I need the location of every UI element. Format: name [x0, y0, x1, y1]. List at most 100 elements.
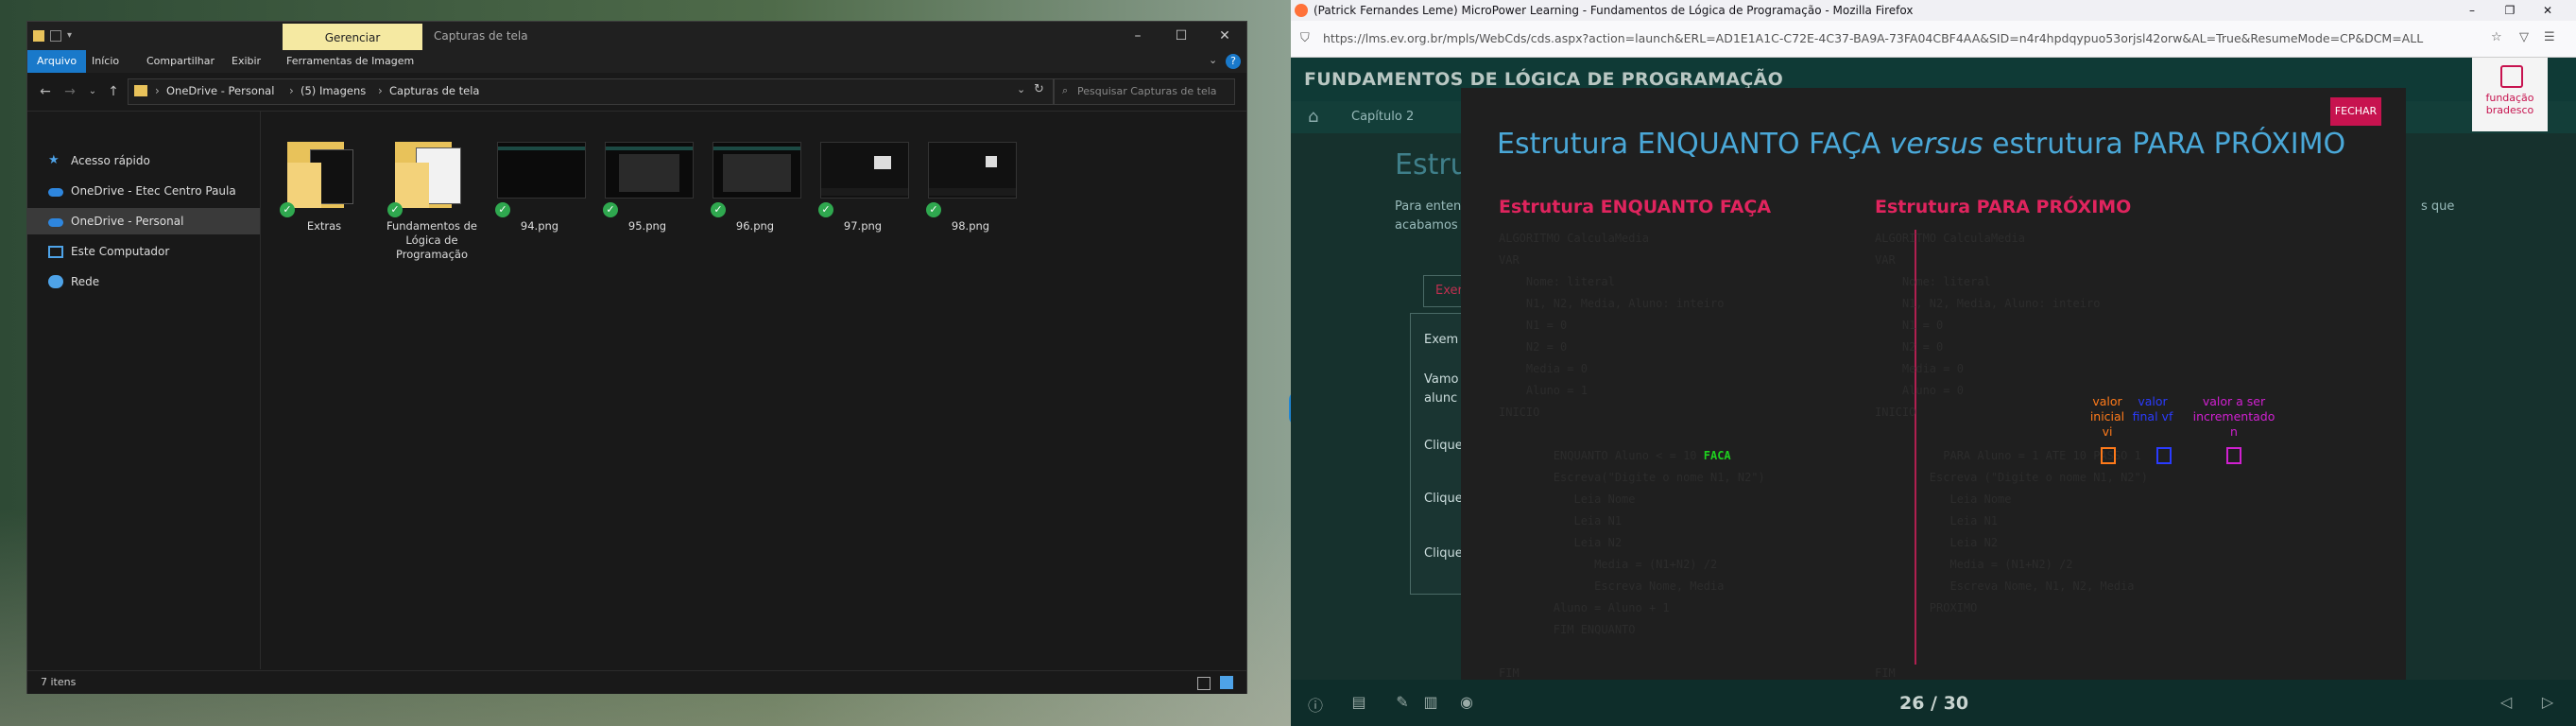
code-line: Leia Nome: [1499, 493, 1636, 506]
url-input[interactable]: https://lms.ev.org.br/mpls/WebCds/cds.as…: [1323, 25, 2485, 53]
previous-arrow-icon[interactable]: ◁: [2497, 693, 2516, 712]
folder-icon: [33, 30, 44, 42]
breadcrumb-separator-icon: ›: [289, 84, 294, 97]
close-button[interactable]: ✕: [2529, 0, 2567, 21]
sync-check-icon: ✓: [926, 202, 941, 217]
tab-arquivo[interactable]: Arquivo: [27, 50, 87, 73]
image-thumbnail: [713, 142, 801, 199]
edit-icon[interactable]: ✎: [1393, 693, 1412, 712]
breadcrumb-capturas[interactable]: Capturas de tela: [389, 84, 479, 97]
lesson-text: Para enten: [1395, 199, 1462, 214]
code-line: Leia Nome: [1875, 493, 2012, 506]
tab-compartilhar[interactable]: Compartilhar: [137, 50, 224, 73]
address-dropdown-icon[interactable]: ⌄: [1017, 83, 1025, 95]
file-item-97[interactable]: ✓ 97.png: [813, 125, 913, 276]
code-line: Nome: literal: [1875, 275, 1991, 288]
manage-context-tab[interactable]: Gerenciar: [283, 24, 422, 50]
code-line: Escreva ("Digite o nome N1, N2"): [1875, 471, 2148, 484]
nav-item-onedrive-personal[interactable]: OneDrive - Personal: [27, 208, 260, 234]
properties-icon[interactable]: [50, 30, 61, 42]
file-item-95[interactable]: ✓ 95.png: [597, 125, 697, 276]
code-line: Aluno = 1: [1499, 384, 1588, 397]
info-icon[interactable]: ⓘ: [1306, 693, 1325, 715]
restore-button[interactable]: ❐: [2491, 0, 2529, 21]
address-bar[interactable]: › OneDrive - Personal › (5) Imagens › Ca…: [128, 78, 1054, 105]
code-line: ALGORITMO CalculaMedia: [1875, 232, 2025, 245]
course-page: FUNDAMENTOS DE LÓGICA DE PROGRAMAÇÃO ⌂ C…: [1291, 58, 2576, 726]
search-placeholder: Pesquisar Capturas de tela: [1077, 85, 1217, 97]
sync-check-icon: ✓: [495, 202, 510, 217]
next-arrow-icon[interactable]: ▷: [2538, 693, 2557, 712]
recent-locations-icon[interactable]: ⌄: [82, 82, 103, 101]
exercise-panel: Exem Vamo alunc Clique Clique Clique: [1410, 313, 1463, 595]
sync-check-icon: ✓: [603, 202, 618, 217]
nav-item-onedrive-etec[interactable]: OneDrive - Etec Centro Paula Souza: [27, 178, 260, 224]
nav-item-rede[interactable]: Rede: [27, 268, 260, 295]
eye-icon[interactable]: ◉: [1457, 693, 1476, 712]
breadcrumb-separator-icon: ›: [378, 84, 383, 97]
close-button[interactable]: ✕: [1203, 22, 1246, 50]
folder-item-extras[interactable]: ✓ Extras: [274, 125, 374, 276]
ribbon-tabs: Arquivo Início Compartilhar Exibir Ferra…: [27, 50, 1246, 73]
bookmark-star-icon[interactable]: ☆: [2491, 30, 2502, 44]
details-view-icon[interactable]: [1197, 677, 1211, 690]
up-arrow-icon[interactable]: ↑: [103, 82, 124, 101]
network-icon: [48, 275, 63, 288]
code-line: Leia N1: [1875, 514, 1999, 527]
ribbon-expand-icon[interactable]: ⌄: [1209, 54, 1217, 66]
menu-hamburger-icon[interactable]: ☰: [2544, 30, 2555, 44]
computer-icon: [48, 246, 63, 258]
code-line: Leia N2: [1499, 536, 1623, 549]
annotation-valor-incremento: valor a ser incrementado n: [2192, 394, 2275, 439]
status-bar: 7 itens: [27, 670, 1246, 694]
minimize-button[interactable]: –: [2453, 0, 2491, 21]
shield-icon[interactable]: ⛉: [1300, 31, 1310, 45]
explorer-titlebar[interactable]: ▾ Gerenciar Capturas de tela – ☐ ✕: [27, 22, 1246, 50]
file-item-94[interactable]: ✓ 94.png: [489, 125, 590, 276]
breadcrumb-onedrive[interactable]: OneDrive - Personal: [166, 84, 274, 97]
nav-item-este-computador[interactable]: Este Computador: [27, 238, 260, 265]
code-line: VAR: [1875, 253, 1896, 267]
minimize-button[interactable]: –: [1116, 22, 1159, 50]
tab-inicio[interactable]: Início: [82, 50, 129, 73]
keyword-highlight: FACA: [1703, 449, 1731, 462]
document-icon[interactable]: ▤: [1349, 693, 1368, 712]
close-modal-button[interactable]: FECHAR: [2330, 97, 2381, 126]
forward-arrow-icon[interactable]: →: [60, 82, 80, 101]
breadcrumb-imagens[interactable]: (5) Imagens: [301, 84, 366, 97]
code-line: N1, N2, Media, Aluno: inteiro: [1875, 297, 2101, 310]
code-line: FIM ENQUANTO: [1499, 623, 1636, 636]
code-line: PARA Aluno = 1 ATE 10 PASSO 1: [1875, 449, 2141, 462]
address-bar-row: ← → ⌄ ↑ › OneDrive - Personal › (5) Imag…: [27, 73, 1246, 112]
code-line: Aluno = 0: [1875, 384, 1964, 397]
sync-check-icon: ✓: [280, 202, 295, 217]
tab-exibir[interactable]: Exibir: [222, 50, 270, 73]
file-name: 97.png: [843, 219, 883, 233]
window-title: Capturas de tela: [434, 29, 528, 43]
pocket-icon[interactable]: ▽: [2519, 30, 2529, 44]
file-item-96[interactable]: ✓ 96.png: [705, 125, 805, 276]
folder-item-fundamentos[interactable]: ✓ Fundamentos de Lógica de Programação: [382, 125, 482, 276]
cloud-icon: [48, 188, 63, 197]
bookmark-icon[interactable]: ▥: [1421, 693, 1440, 712]
tab-ferramentas-de-imagem[interactable]: Ferramentas de Imagem: [277, 50, 423, 73]
large-icons-view-icon[interactable]: [1220, 676, 1233, 689]
code-line: VAR: [1499, 253, 1520, 267]
file-item-98[interactable]: ✓ 98.png: [920, 125, 1021, 276]
search-input[interactable]: ⌕ Pesquisar Capturas de tela: [1054, 78, 1235, 105]
refresh-icon[interactable]: ↻: [1034, 82, 1044, 96]
back-arrow-icon[interactable]: ←: [35, 82, 56, 101]
quick-access-dropdown-icon[interactable]: ▾: [67, 30, 78, 42]
maximize-button[interactable]: ☐: [1159, 22, 1203, 50]
code-line: Escreva Nome, N1, N2, Media: [1875, 579, 2135, 593]
file-name: 98.png: [951, 219, 990, 233]
comparison-modal: FECHAR Estrutura ENQUANTO FAÇA versus es…: [1461, 88, 2406, 680]
firefox-titlebar[interactable]: (Patrick Fernandes Leme) MicroPower Lear…: [1291, 0, 2576, 21]
modal-title: Estrutura ENQUANTO FAÇA versus estrutura…: [1497, 128, 2346, 161]
home-icon[interactable]: ⌂: [1308, 107, 1318, 127]
lesson-text: acabamos: [1395, 218, 1458, 233]
code-line: ALGORITMO CalculaMedia: [1499, 232, 1649, 245]
nav-item-acesso-rapido[interactable]: ★ Acesso rápido: [27, 147, 260, 174]
code-line: PROXIMO: [1875, 601, 1978, 614]
help-icon[interactable]: ?: [1226, 54, 1241, 69]
